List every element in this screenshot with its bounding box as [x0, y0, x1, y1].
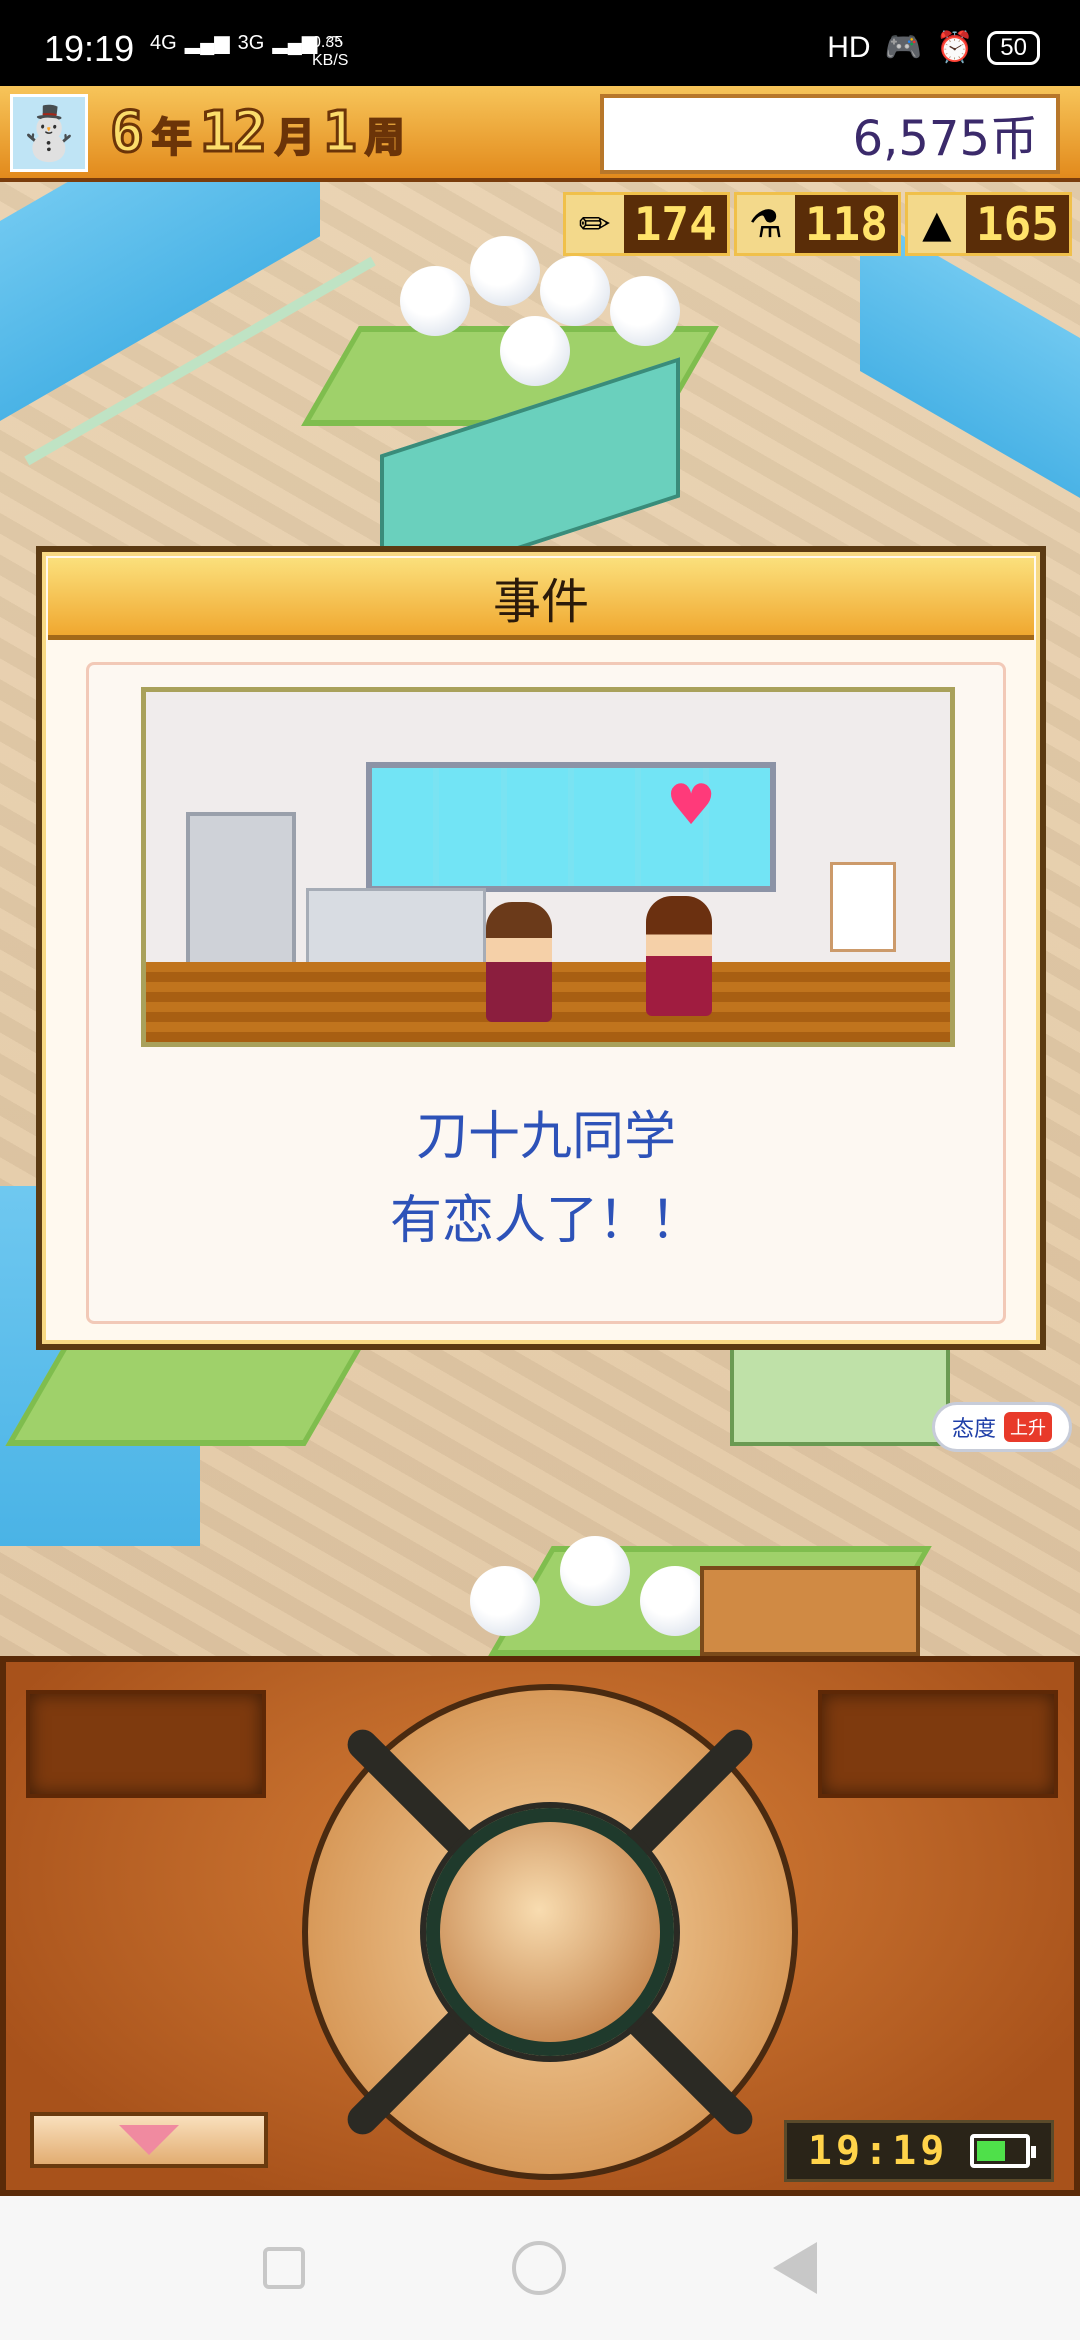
status-time: 19:19 — [44, 28, 135, 69]
dpad-center-button[interactable] — [426, 1808, 674, 2056]
week-unit: 周 — [364, 114, 406, 162]
battery-indicator: 50 — [987, 30, 1040, 65]
up-arrow-icon: 上升 — [1004, 1412, 1052, 1442]
snowman-icon: ⛄ — [10, 94, 88, 172]
pencil-icon: ✏ — [565, 195, 624, 253]
resource-tower: ▲ 165 — [904, 192, 1072, 256]
snow-tree — [540, 256, 610, 326]
dialog-header: 事件 — [48, 558, 1034, 640]
alarm-icon: ⏰ — [935, 31, 974, 64]
notice-board — [830, 862, 896, 952]
flask-icon: ⚗ — [736, 195, 795, 253]
office-building[interactable] — [730, 1336, 950, 1446]
signal-bars-icon: ▂▄▆ — [272, 32, 318, 54]
snow-tree — [470, 236, 540, 306]
badge-label: 态度 — [951, 1417, 996, 1442]
gamepad-icon: 🎮 — [884, 31, 922, 64]
resource-value: 165 — [975, 197, 1059, 251]
event-scene-image: ♥ — [141, 687, 955, 1047]
student-boy — [486, 902, 552, 1022]
controller-panel: 19:19 — [0, 1656, 1080, 2196]
signal-bars-icon: ▂▄▆ — [184, 32, 230, 54]
classroom-building[interactable] — [700, 1566, 920, 1656]
game-clock: 19:19 — [784, 2120, 1054, 2182]
top-bar: ⛄ 6 年 12 月 1 周 6,575币 — [0, 86, 1080, 182]
left-action-button[interactable] — [26, 1690, 266, 1798]
back-button[interactable] — [772, 2242, 817, 2294]
home-button[interactable] — [511, 2241, 566, 2295]
signal-3g-icon: 3G — [237, 32, 265, 54]
clock-time: 19:19 — [807, 2128, 949, 2174]
status-right: HD 🎮 ⏰ 50 — [827, 30, 1040, 65]
dpad[interactable] — [302, 1684, 798, 2180]
battery-icon — [970, 2134, 1037, 2168]
resource-value: 174 — [633, 197, 717, 251]
date-display: 6 年 12 月 1 周 — [109, 99, 406, 167]
navigation-bar — [0, 2196, 1080, 2340]
snow-tree — [610, 276, 680, 346]
message-line-2: 有恋人了！！ — [389, 1191, 702, 1251]
signal-4g-icon: 4G — [150, 32, 177, 54]
attitude-badge: 态度 上升 — [932, 1402, 1072, 1452]
hd-label: HD — [827, 30, 871, 64]
snow-tree — [470, 1566, 540, 1636]
snow-tree — [400, 266, 470, 336]
year-value: 6 — [109, 99, 146, 167]
tower-icon: ▲ — [907, 195, 966, 253]
resource-value: 118 — [804, 197, 888, 251]
menu-toggle-button[interactable] — [30, 2112, 268, 2168]
triangle-down-icon — [119, 2125, 179, 2155]
dialog-body: ♥ 刀十九同学 有恋人了！！ — [86, 662, 1006, 1324]
resource-research: ⚗ 118 — [733, 192, 901, 256]
money-display: 6,575币 — [600, 94, 1060, 174]
resource-bar: ✏ 174 ⚗ 118 ▲ 165 — [562, 192, 1072, 260]
lockers — [186, 812, 296, 982]
event-dialog[interactable]: 事件 ♥ 刀十九同学 有恋人了！！ — [36, 546, 1046, 1350]
snow-tree — [500, 316, 570, 386]
status-bar: 19:19 4G ▂▄▆ 3G ▂▄▆ ◠ 0.35 KB/S HD 🎮 ⏰ 5… — [0, 0, 1080, 86]
year-unit: 年 — [151, 114, 193, 162]
event-message: 刀十九同学 有恋人了！！ — [89, 1095, 1003, 1263]
recents-button[interactable] — [263, 2247, 306, 2289]
week-value: 1 — [322, 99, 359, 167]
message-line-1: 刀十九同学 — [415, 1107, 676, 1167]
month-value: 12 — [198, 99, 268, 167]
snow-tree — [560, 1536, 630, 1606]
right-action-button[interactable] — [818, 1690, 1058, 1798]
student-girl — [646, 896, 712, 1016]
heart-icon: ♥ — [666, 773, 717, 838]
dialog-title: 事件 — [492, 573, 589, 630]
shoe-lockers — [306, 888, 486, 972]
resource-study: ✏ 174 — [562, 192, 730, 256]
month-unit: 月 — [274, 114, 316, 162]
network-speed: 0.35 KB/S — [312, 34, 349, 69]
